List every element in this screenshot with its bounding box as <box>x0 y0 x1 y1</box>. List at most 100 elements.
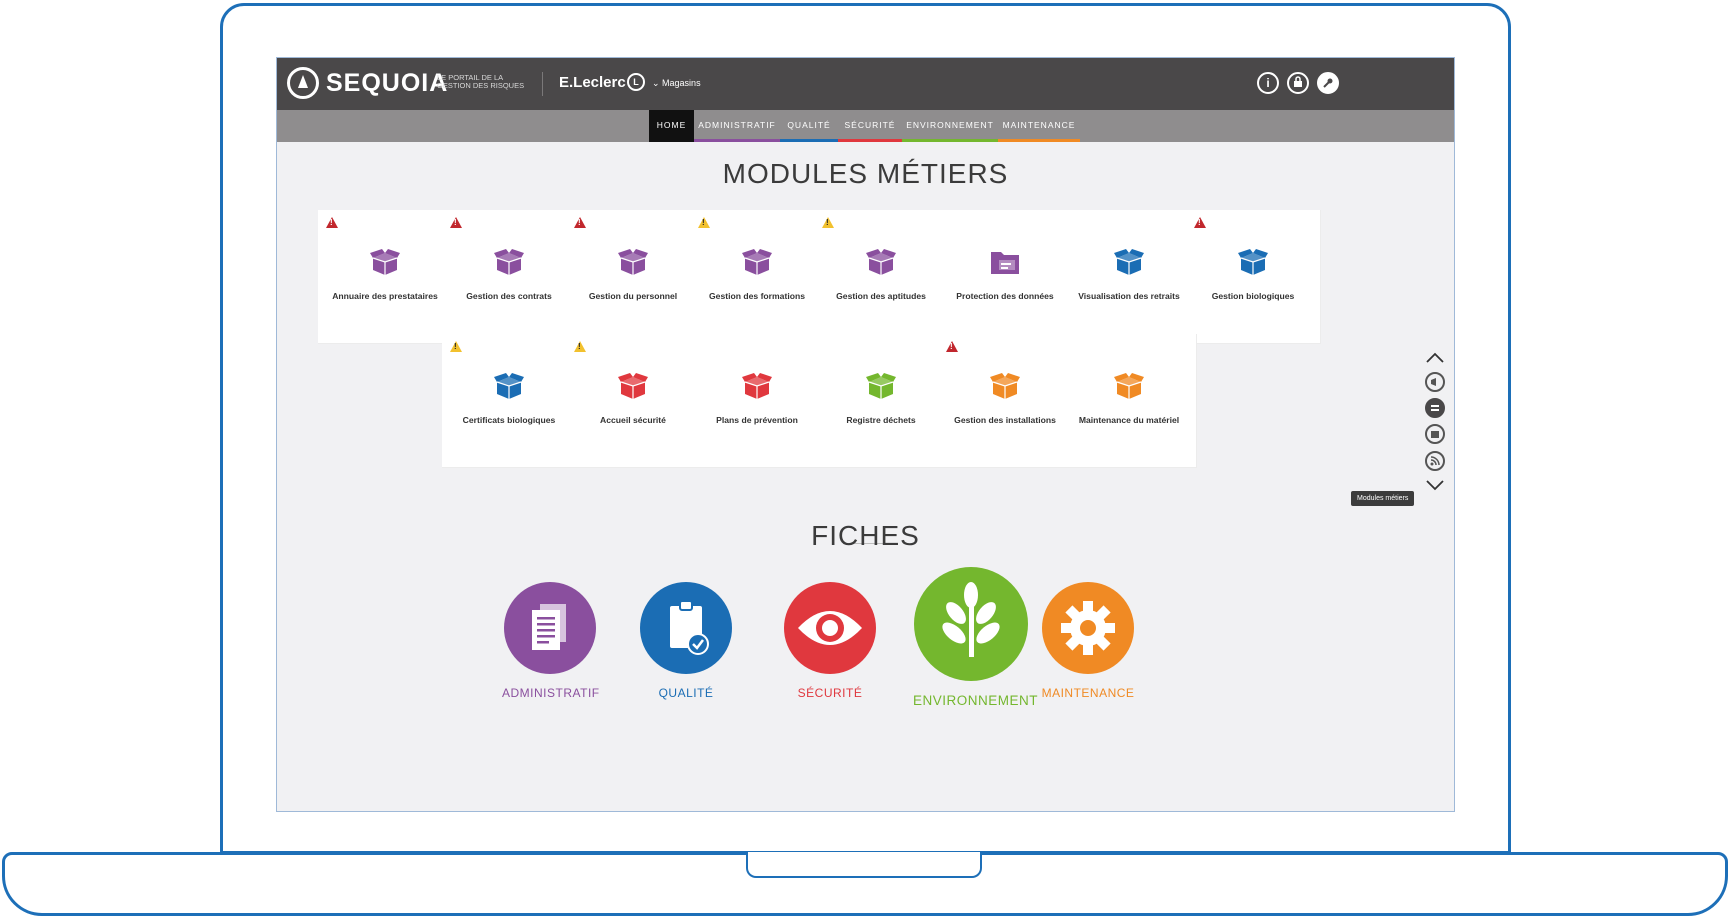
gear-icon <box>1042 582 1134 674</box>
box-icon <box>1114 373 1144 399</box>
module-tile[interactable]: Gestion des installations <box>938 334 1073 468</box>
nav-maintenance[interactable]: MAINTENANCE <box>998 110 1080 142</box>
module-label: Visualisation des retraits <box>1078 291 1180 301</box>
module-tile[interactable]: Visualisation des retraits <box>1062 210 1197 344</box>
box-icon <box>370 249 400 275</box>
store-selector-label: Magasins <box>662 78 701 88</box>
fiche-administratif[interactable]: ADMINISTRATIF <box>502 582 600 700</box>
sequoia-logo-icon[interactable] <box>287 67 319 99</box>
module-tile[interactable]: Gestion des aptitudes <box>814 210 949 344</box>
box-icon <box>866 373 896 399</box>
megaphone-icon[interactable] <box>1425 372 1445 392</box>
module-tile[interactable]: Certificats biologiques <box>442 334 577 468</box>
module-label: Accueil sécurité <box>600 415 666 425</box>
module-tile[interactable]: Plans de prévention <box>690 334 825 468</box>
nav-underline <box>838 139 902 142</box>
chevron-up-icon[interactable] <box>1425 351 1445 363</box>
nav-qualite[interactable]: QUALITÉ <box>780 110 838 142</box>
module-label: Gestion biologiques <box>1211 291 1295 301</box>
warning-icon <box>574 341 586 352</box>
warning-icon <box>574 217 586 228</box>
box-icon <box>742 249 772 275</box>
lock-icon[interactable] <box>1287 72 1309 94</box>
nav-environnement-label: ENVIRONNEMENT <box>906 120 994 130</box>
module-tile[interactable]: Maintenance du matériel <box>1062 334 1197 468</box>
fiche-qualite[interactable]: QUALITÉ <box>638 582 734 700</box>
client-name: E.Leclerc <box>559 74 626 91</box>
nav-underline <box>998 139 1080 142</box>
nav-maintenance-label: MAINTENANCE <box>1002 120 1076 130</box>
modules-icon[interactable] <box>1425 398 1445 418</box>
module-label: Annuaire des prestataires <box>332 291 438 301</box>
client-logo-icon: L <box>627 73 645 91</box>
module-tile[interactable]: Protection des données <box>938 210 1073 344</box>
nav-underline <box>780 139 838 142</box>
box-icon <box>1114 249 1144 275</box>
module-label: Gestion des contrats <box>466 291 552 301</box>
box-icon <box>618 249 648 275</box>
info-icon[interactable]: i <box>1257 72 1279 94</box>
box-icon <box>618 373 648 399</box>
warning-icon <box>450 217 462 228</box>
eye-icon <box>784 582 876 674</box>
module-label: Gestion du personnel <box>588 291 678 301</box>
nav-environnement[interactable]: ENVIRONNEMENT <box>902 110 998 142</box>
top-bar: SEQUOIA LE PORTAIL DE LA GESTION DES RIS… <box>277 58 1454 110</box>
module-tile[interactable]: Annuaire des prestataires <box>318 210 453 344</box>
document-icon <box>504 582 596 674</box>
side-nav-tooltip: Modules métiers <box>1351 491 1415 506</box>
cards-icon[interactable] <box>1425 424 1445 444</box>
module-label: Gestion des formations <box>709 291 805 301</box>
fiche-environnement[interactable]: ENVIRONNEMENT <box>913 567 1039 708</box>
fiche-label: ENVIRONNEMENT <box>913 693 1039 708</box>
nav-securite[interactable]: SÉCURITÉ <box>838 110 902 142</box>
nav-home-label: HOME <box>656 120 687 130</box>
warning-icon <box>946 341 958 352</box>
module-label: Registre déchets <box>846 415 916 425</box>
module-tile[interactable]: Accueil sécurité <box>566 334 701 468</box>
box-icon <box>1238 249 1268 275</box>
rss-icon[interactable] <box>1425 451 1445 471</box>
fiche-label: ADMINISTRATIF <box>502 686 600 700</box>
warning-icon <box>822 217 834 228</box>
fiche-label: QUALITÉ <box>658 686 714 700</box>
module-label: Protection des données <box>956 291 1054 301</box>
module-tile[interactable]: Gestion des contrats <box>442 210 577 344</box>
main-nav: HOME ADMINISTRATIF QUALITÉ SÉCURITÉ ENVI… <box>277 110 1454 142</box>
fiche-label: SÉCURITÉ <box>797 686 863 700</box>
fiche-maintenance[interactable]: MAINTENANCE <box>1040 582 1136 700</box>
box-icon <box>494 249 524 275</box>
plant-icon <box>914 567 1028 681</box>
fiches-title: FICHES <box>811 520 920 551</box>
box-icon <box>990 373 1020 399</box>
nav-administratif[interactable]: ADMINISTRATIF <box>694 110 780 142</box>
fiche-label: MAINTENANCE <box>1041 686 1135 700</box>
warning-icon <box>698 217 710 228</box>
box-icon <box>866 249 896 275</box>
brand-tagline: LE PORTAIL DE LA GESTION DES RISQUES <box>437 73 525 90</box>
nav-underline <box>694 139 780 142</box>
module-label: Gestion des installations <box>954 415 1056 425</box>
module-tile[interactable]: Gestion des formations <box>690 210 825 344</box>
nav-underline <box>902 139 998 142</box>
chevron-down-icon: ⌄ <box>652 78 663 88</box>
nav-home[interactable]: HOME <box>649 110 694 142</box>
warning-icon <box>326 217 338 228</box>
fiche-securite[interactable]: SÉCURITÉ <box>782 582 878 700</box>
module-tile[interactable]: Registre déchets <box>814 334 949 468</box>
wrench-icon[interactable] <box>1317 72 1339 94</box>
brand-name[interactable]: SEQUOIA <box>326 69 448 98</box>
warning-icon <box>1194 217 1206 228</box>
chevron-down-icon[interactable] <box>1425 478 1445 491</box>
module-tile[interactable]: Gestion biologiques <box>1186 210 1321 344</box>
nav-qualite-label: QUALITÉ <box>787 120 831 130</box>
box-icon <box>742 373 772 399</box>
store-selector[interactable]: ⌄ Magasins <box>652 78 701 89</box>
module-label: Maintenance du matériel <box>1078 415 1180 425</box>
header-divider <box>542 72 543 96</box>
module-label: Gestion des aptitudes <box>836 291 926 301</box>
nav-securite-label: SÉCURITÉ <box>844 120 896 130</box>
warning-icon <box>450 341 462 352</box>
modules-title: MODULES MÉTIERS <box>722 158 1009 189</box>
module-tile[interactable]: Gestion du personnel <box>566 210 701 344</box>
